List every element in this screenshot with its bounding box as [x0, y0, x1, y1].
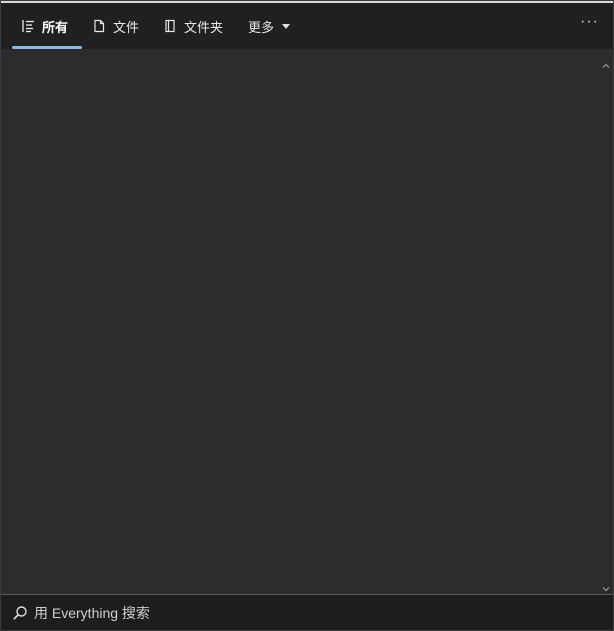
search-icon: [12, 605, 28, 621]
tab-more[interactable]: 更多: [248, 3, 291, 49]
chevron-down-icon: [282, 23, 291, 29]
tab-files-label: 文件: [113, 19, 140, 35]
tab-folders[interactable]: 文件夹: [163, 3, 223, 49]
tab-more-label: 更多: [248, 19, 275, 35]
search-bar: [1, 594, 613, 630]
search-input[interactable]: [34, 598, 613, 628]
tab-all[interactable]: 所有: [21, 3, 68, 49]
results-list[interactable]: [1, 49, 613, 594]
list-icon: [21, 19, 35, 33]
tab-all-label: 所有: [42, 19, 69, 35]
tab-bar: 所有 文件 文件夹 更多 ···: [1, 3, 613, 49]
app-window: 所有 文件 文件夹 更多 ···: [0, 0, 614, 631]
folder-icon: [163, 19, 177, 33]
more-options-icon[interactable]: ···: [580, 13, 599, 31]
vertical-scrollbar[interactable]: [599, 49, 613, 594]
tab-folders-label: 文件夹: [184, 19, 224, 35]
tab-files[interactable]: 文件: [92, 3, 139, 49]
scroll-down-icon[interactable]: [602, 580, 610, 592]
file-icon: [92, 19, 106, 33]
scroll-up-icon[interactable]: [602, 57, 610, 68]
